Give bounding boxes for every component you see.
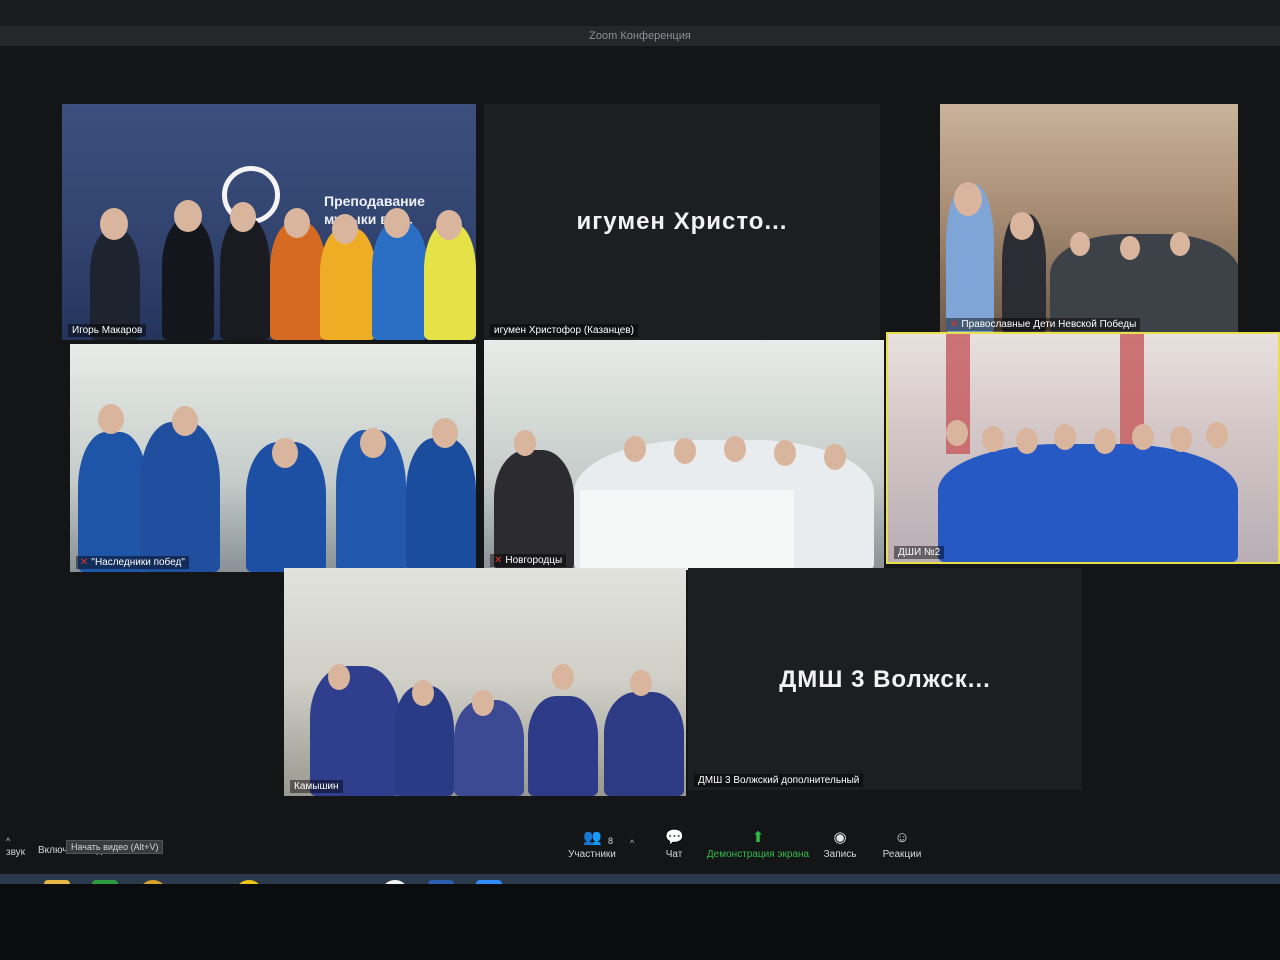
video-tile-dmsh-3-volzhskiy[interactable]: ДМШ 3 Волжск... ДМШ 3 Волжский дополните…: [688, 568, 1082, 790]
share-screen-icon: ⬆: [751, 829, 765, 846]
video-feed: [940, 104, 1238, 334]
people-icon: 👥: [583, 829, 602, 846]
video-tile-nasledniki-pobed[interactable]: ✕ "Наследники побед": [70, 344, 476, 572]
video-feed: [70, 344, 476, 572]
participant-display-name: игумен Христо...: [576, 207, 788, 235]
record-icon: ◉: [833, 829, 847, 846]
zoom-window: Zoom Конференция Преподавание музыки в ц.…: [0, 26, 1280, 884]
chevron-up-icon[interactable]: ^: [6, 836, 10, 846]
participant-name: Игорь Макаров: [68, 324, 147, 337]
video-feed: [888, 334, 1278, 562]
video-tile-igumen-khristofor[interactable]: игумен Христо... игумен Христофор (Казан…: [484, 104, 880, 340]
muted-mic-icon: ✕: [494, 555, 503, 566]
participant-name: игумен Христофор (Казанцев): [490, 324, 638, 337]
participant-name: ✕ Православные Дети Невской Победы: [946, 318, 1141, 331]
participant-name: ДМШ 3 Волжский дополнительный: [694, 774, 864, 787]
tooltip: Начать видео (Alt+V): [66, 840, 164, 854]
audio-control[interactable]: ^ звук: [6, 836, 25, 858]
video-tile-novgorodtsy[interactable]: ✕ Новгородцы: [484, 340, 884, 570]
participant-display-name: ДМШ 3 Волжск...: [779, 665, 991, 693]
video-feed: [484, 340, 884, 570]
muted-mic-icon: ✕: [950, 319, 959, 330]
participant-name: ДШИ №2: [894, 546, 945, 559]
share-screen-button[interactable]: ⬆ Демонстрация экрана: [706, 829, 810, 861]
chat-bubble-icon: 💬: [665, 829, 684, 846]
video-feed: Преподавание музыки в ц...: [62, 104, 476, 340]
reactions-button[interactable]: ☺ Реакции: [862, 829, 942, 861]
meeting-controls-bar: ^ звук Включить видео Начать видео (Alt+…: [0, 822, 1280, 874]
video-tile-kamyshin[interactable]: Камышин: [284, 568, 686, 796]
windows-taskbar: ⊞ ▤ O Я e Y W ▶: [0, 874, 1280, 884]
participant-name: ✕ Новгородцы: [490, 554, 567, 567]
video-tile-dshi-2[interactable]: ДШИ №2: [886, 332, 1280, 564]
participant-name: ✕ "Наследники побед": [76, 556, 189, 569]
emoji-icon: ☺: [894, 829, 910, 846]
participants-button[interactable]: 👥 Участники: [552, 829, 632, 861]
video-tile-pravoslavnye-deti[interactable]: ✕ Православные Дети Невской Победы: [940, 104, 1238, 334]
monitor-bottom: [0, 884, 1280, 960]
window-title: Zoom Конференция: [0, 26, 1280, 46]
participants-count: 8: [608, 836, 614, 846]
chat-button[interactable]: 💬 Чат: [634, 829, 714, 861]
video-tile-igor-makarov[interactable]: Преподавание музыки в ц... Игорь Макаров: [62, 104, 476, 340]
video-feed: [284, 568, 686, 796]
participant-name: Камышин: [290, 780, 343, 793]
muted-mic-icon: ✕: [80, 557, 89, 568]
